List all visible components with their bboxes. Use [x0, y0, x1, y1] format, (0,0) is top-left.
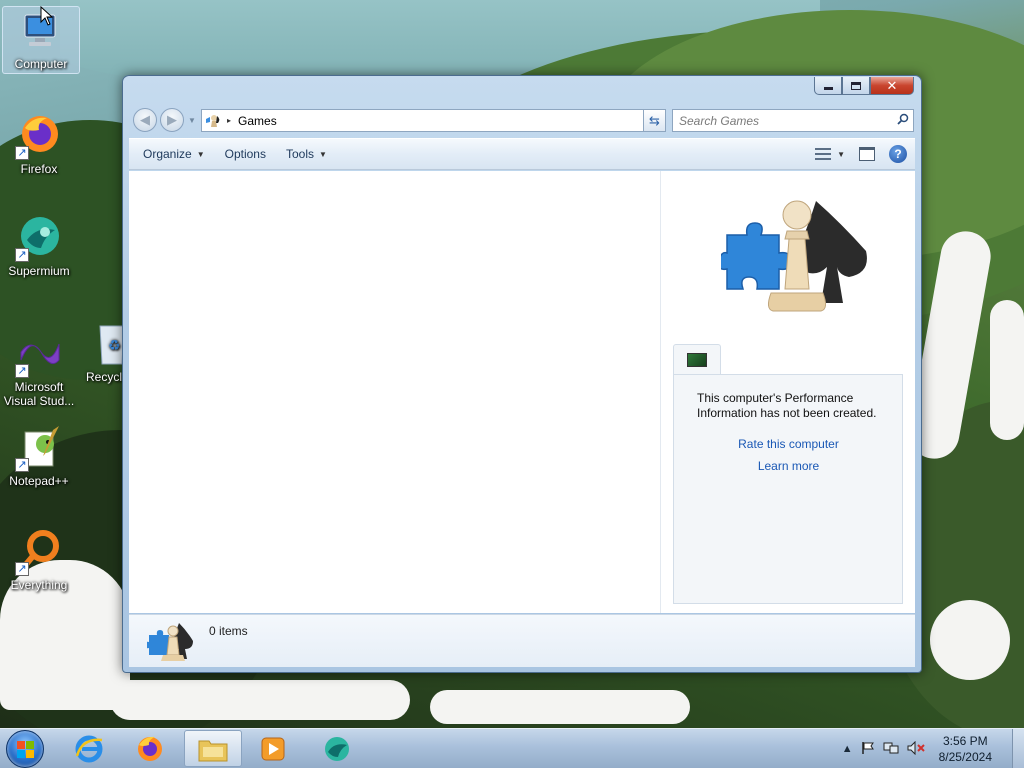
close-button[interactable]: ✕: [870, 77, 914, 95]
forward-button[interactable]: ▶: [160, 108, 184, 132]
minimize-icon: [823, 87, 833, 90]
back-button[interactable]: ◀: [133, 108, 157, 132]
change-view-button[interactable]: ▼: [815, 147, 845, 161]
shortcut-arrow-icon: ↗: [15, 562, 29, 576]
content-area: This computer's Performance Information …: [129, 171, 915, 613]
window-controls: ✕: [814, 77, 914, 95]
tools-label: Tools: [285, 147, 314, 161]
performance-tab[interactable]: [673, 344, 721, 374]
breadcrumb-games[interactable]: Games: [238, 114, 646, 128]
svg-text:♻: ♻: [108, 338, 121, 354]
recycle-bin-icon: ♻: [98, 320, 125, 368]
taskbar-supermium[interactable]: [308, 730, 366, 767]
search-box[interactable]: [672, 109, 914, 132]
clock-date: 8/25/2024: [938, 750, 992, 764]
preview-pane: This computer's Performance Information …: [661, 171, 915, 613]
desktop-icon-recycle-bin[interactable]: ♻ Recycl: [78, 320, 125, 384]
folder-icon: [198, 740, 228, 761]
help-icon[interactable]: ?: [889, 145, 907, 163]
desktop-icon-label: Firefox: [20, 162, 58, 176]
mouse-cursor-icon: [40, 6, 54, 26]
desktop-icon-visual-studio[interactable]: ↗ Microsoft Visual Stud...: [0, 330, 78, 408]
back-arrow-icon: ◀: [140, 112, 150, 127]
show-hidden-icons-icon[interactable]: ▲: [842, 743, 853, 755]
taskbar-firefox[interactable]: [121, 730, 179, 767]
maximize-icon: [851, 81, 861, 90]
organize-label: Organize: [143, 147, 192, 161]
games-folder-icon: [205, 113, 221, 129]
close-icon: ✕: [886, 77, 898, 93]
action-center-flag-icon[interactable]: [861, 741, 875, 758]
item-count: 0 items: [209, 624, 248, 638]
refresh-button[interactable]: ⇆: [643, 109, 666, 132]
media-player-icon: [261, 737, 285, 760]
rate-this-computer-link[interactable]: Rate this computer: [697, 437, 890, 451]
shortcut-arrow-icon: ↗: [15, 146, 29, 160]
notification-area: ▲ 3:56 PM 8/25/2024: [842, 729, 1024, 768]
start-button[interactable]: [6, 730, 44, 768]
forward-arrow-icon: ▶: [167, 112, 177, 127]
breadcrumb-separator-icon[interactable]: ▸: [227, 116, 231, 125]
learn-more-link[interactable]: Learn more: [697, 459, 890, 473]
taskbar-windows-explorer[interactable]: [184, 730, 242, 767]
performance-info-panel: This computer's Performance Information …: [673, 374, 903, 604]
command-bar: Organize ▼ Options Tools ▼ ▼ ?: [129, 138, 915, 170]
show-desktop-button[interactable]: [1012, 729, 1024, 768]
notepad-plus-plus-icon: ↗: [15, 424, 63, 472]
system-clock[interactable]: 3:56 PM 8/25/2024: [939, 733, 992, 765]
maximize-button[interactable]: [842, 77, 870, 95]
refresh-icon: ⇆: [649, 113, 660, 128]
desktop-icon-label: Recycl: [86, 370, 123, 384]
tools-menu-button[interactable]: Tools ▼: [276, 139, 337, 169]
search-input[interactable]: [673, 113, 893, 128]
recent-pages-dropdown-icon[interactable]: ▼: [188, 116, 196, 125]
options-button[interactable]: Options: [215, 139, 276, 169]
search-icon[interactable]: [893, 113, 913, 128]
minimize-button[interactable]: [814, 77, 842, 95]
supermium-icon: ↗: [15, 214, 63, 262]
volume-muted-icon[interactable]: [907, 740, 925, 758]
games-folder-icon: [145, 621, 193, 663]
taskbar-internet-explorer[interactable]: [60, 730, 118, 767]
games-explorer-art-icon: [717, 193, 871, 323]
internet-explorer-icon: [75, 735, 103, 762]
windows-logo-icon: [17, 741, 35, 759]
shortcut-arrow-icon: ↗: [15, 248, 29, 262]
desktop-icon-label: Microsoft Visual Stud...: [3, 380, 75, 408]
desktop-icon-label: Everything: [10, 578, 68, 592]
views-icon: [815, 147, 832, 161]
address-bar[interactable]: ▸ Games ▼: [201, 109, 663, 132]
taskbar: ▲ 3:56 PM 8/25/2024: [0, 728, 1024, 768]
taskbar-media-player[interactable]: [244, 730, 302, 767]
desktop-icon-everything[interactable]: ↗ Everything: [0, 528, 78, 592]
everything-search-icon: ↗: [15, 528, 63, 576]
supermium-icon: [325, 736, 349, 761]
clock-time: 3:56 PM: [942, 734, 988, 748]
monitor-icon: [687, 352, 707, 367]
visual-studio-icon: ↗: [15, 330, 63, 378]
chevron-down-icon: ▼: [196, 149, 205, 159]
desktop-icon-label: Notepad++: [9, 474, 69, 488]
desktop-icon-notepad-plus-plus[interactable]: ↗ Notepad++: [0, 424, 78, 488]
desktop-icon-label: Computer: [14, 57, 68, 71]
desktop-icon-firefox[interactable]: ↗ Firefox: [0, 112, 78, 176]
options-label: Options: [224, 147, 266, 161]
details-pane: 0 items: [129, 614, 915, 667]
organize-menu-button[interactable]: Organize ▼: [129, 139, 215, 169]
desktop-icon-supermium[interactable]: ↗ Supermium: [0, 214, 78, 278]
shortcut-arrow-icon: ↗: [15, 458, 29, 472]
navigation-bar: ◀ ▶ ▼ ▸ Games ▼ ⇆: [131, 107, 914, 133]
shortcut-arrow-icon: ↗: [15, 364, 29, 378]
desktop-icon-label: Supermium: [8, 264, 70, 278]
games-explorer-window[interactable]: ✕ ◀ ▶ ▼ ▸ Games ▼ ⇆: [122, 75, 922, 673]
chevron-down-icon: ▼: [319, 149, 327, 159]
chevron-down-icon: ▼: [837, 149, 845, 159]
firefox-icon: ↗: [15, 112, 63, 160]
firefox-icon: [138, 736, 162, 761]
preview-pane-toggle-icon[interactable]: [859, 147, 875, 161]
network-icon[interactable]: [883, 741, 899, 758]
file-list-pane[interactable]: [129, 171, 661, 613]
performance-message: This computer's Performance Information …: [697, 391, 877, 420]
